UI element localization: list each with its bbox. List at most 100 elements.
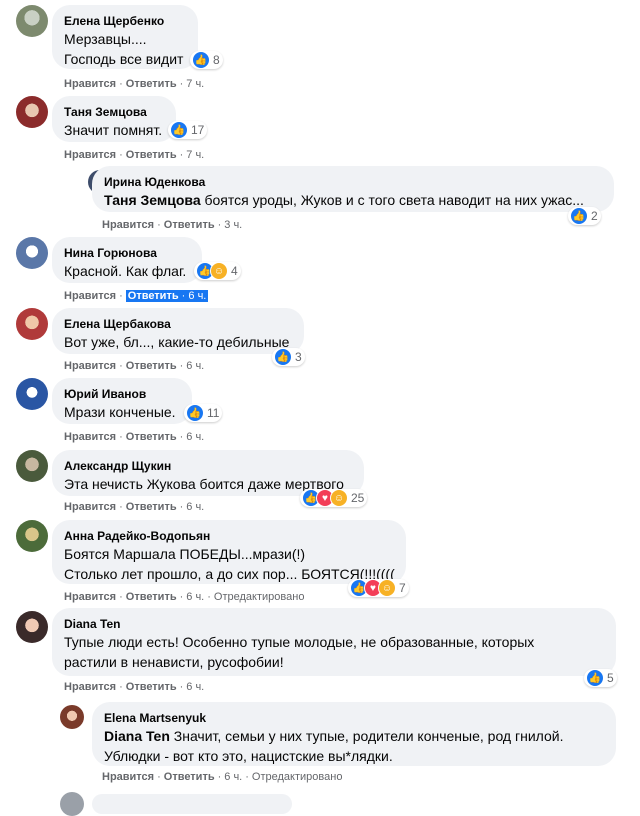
like-button[interactable]: Нравится [64, 78, 116, 90]
comment-actions: Нравится · Ответить · 6 ч. [64, 681, 205, 693]
avatar[interactable] [16, 308, 48, 340]
reaction-summary[interactable]: 👍 ☺ 4 [194, 262, 241, 280]
reply-button[interactable]: Ответить [126, 149, 177, 161]
mention-link[interactable]: Таня Земцова [104, 192, 201, 208]
reaction-summary[interactable]: 👍 3 [272, 348, 305, 366]
comment-text-body: Значит, семьи у них тупые, родители конч… [173, 728, 564, 744]
comment-bubble: Нина Горюнова Красной. Как флаг. [52, 237, 202, 283]
reaction-summary[interactable]: 👍 17 [168, 121, 208, 139]
reply-button[interactable]: Ответить [126, 78, 177, 90]
comment-actions: Нравится · Ответить · 6 ч. · Отредактировано [64, 591, 305, 603]
timestamp[interactable]: 6 ч. [186, 431, 204, 443]
reaction-summary[interactable]: 👍 ♥ ☺ 7 [348, 579, 409, 597]
care-reaction-icon: ☺ [378, 579, 396, 597]
timestamp[interactable]: 3 ч. [224, 219, 242, 231]
like-reaction-icon: 👍 [570, 207, 588, 225]
reply-button[interactable]: Ответить [126, 431, 177, 443]
like-button[interactable]: Нравится [64, 149, 116, 161]
like-button[interactable]: Нравится [102, 771, 154, 783]
reply-button[interactable]: Ответить [128, 290, 179, 302]
reaction-count: 11 [207, 406, 220, 420]
comment-text: Diana Ten Значит, семьи у них тупые, род… [104, 726, 604, 746]
reaction-summary[interactable]: 👍 11 [184, 404, 223, 422]
avatar[interactable] [16, 378, 48, 410]
comment-actions: Нравится · Ответить · 3 ч. [102, 219, 243, 231]
like-reaction-icon: 👍 [586, 669, 604, 687]
reaction-count: 17 [191, 123, 205, 137]
reply-button[interactable]: Ответить [164, 771, 215, 783]
like-button[interactable]: Нравится [64, 501, 116, 513]
comment-text: Таня Земцова боятся уроды, Жуков и с тог… [104, 190, 602, 210]
comment-text: Красной. Как флаг. [64, 263, 187, 279]
comment-author[interactable]: Diana Ten [64, 616, 604, 632]
comment-text: растили в ненависти, русофобии! [64, 654, 284, 670]
comment-text: Мрази конченые. [64, 404, 176, 420]
reaction-summary[interactable]: 👍 5 [584, 669, 617, 687]
comment-text: Тупые люди есть! Особенно тупые молодые,… [64, 634, 535, 650]
comment-author[interactable]: Ирина Юденкова [104, 174, 602, 190]
timestamp[interactable]: 7 ч. [186, 149, 204, 161]
comment-author[interactable]: Таня Земцова [64, 104, 164, 120]
comment-bubble: Ирина Юденкова Таня Земцова боятся уроды… [92, 166, 614, 212]
like-reaction-icon: 👍 [274, 348, 292, 366]
avatar[interactable] [16, 520, 48, 552]
timestamp[interactable]: 7 ч. [186, 78, 204, 90]
reply-button[interactable]: Ответить [126, 591, 177, 603]
comment-actions: Нравится · Ответить · 6 ч. [64, 360, 205, 372]
timestamp[interactable]: 6 ч. [186, 591, 204, 603]
like-button[interactable]: Нравится [64, 681, 116, 693]
avatar[interactable] [16, 96, 48, 128]
timestamp[interactable]: 6 ч. [188, 290, 206, 302]
reply-button[interactable]: Ответить [126, 501, 177, 513]
selected-text: Ответить · 6 ч. [125, 290, 209, 302]
reply-button[interactable]: Ответить [126, 681, 177, 693]
avatar[interactable] [16, 5, 48, 37]
timestamp[interactable]: 6 ч. [224, 771, 242, 783]
comment-author[interactable]: Елена Щербакова [64, 316, 292, 332]
comment-text: Вот уже, бл..., какие-то дебильные [64, 334, 290, 350]
like-button[interactable]: Нравится [64, 360, 116, 372]
comment-bubble [92, 794, 292, 814]
comment-actions: Нравится · Ответить · 7 ч. [64, 149, 205, 161]
reaction-count: 2 [591, 209, 598, 223]
reaction-count: 8 [213, 53, 220, 67]
comment-actions: Нравится · Ответить · 6 ч. [64, 501, 205, 513]
avatar[interactable] [16, 237, 48, 269]
comment-bubble: Елена Щербакова Вот уже, бл..., какие-то… [52, 308, 304, 354]
comment-text: Ублюдки - вот кто это, нацистские вы*ляд… [104, 748, 393, 764]
reaction-summary[interactable]: 👍 8 [190, 51, 223, 69]
like-button[interactable]: Нравится [64, 290, 116, 302]
reaction-summary[interactable]: 👍 ♥ ☺ 25 [300, 489, 368, 507]
comment-author[interactable]: Elena Martsenyuk [104, 710, 604, 726]
reaction-count: 5 [607, 671, 614, 685]
comment-author[interactable]: Александр Щукин [64, 458, 352, 474]
comment-actions: Нравится · Ответить · 6 ч. [64, 290, 209, 302]
comment-actions: Нравится · Ответить · 7 ч. [64, 78, 205, 90]
timestamp[interactable]: 6 ч. [186, 501, 204, 513]
like-button[interactable]: Нравится [64, 591, 116, 603]
comment-author[interactable]: Юрий Иванов [64, 386, 180, 402]
reply-button[interactable]: Ответить [164, 219, 215, 231]
avatar[interactable] [60, 792, 84, 816]
avatar[interactable] [60, 705, 84, 729]
timestamp[interactable]: 6 ч. [186, 360, 204, 372]
comment-author[interactable]: Елена Щербенко [64, 13, 186, 29]
avatar[interactable] [16, 611, 48, 643]
comment-author[interactable]: Анна Радейко-Водопьян [64, 528, 394, 544]
comment-bubble: Diana Ten Тупые люди есть! Особенно тупы… [52, 608, 616, 676]
like-button[interactable]: Нравится [64, 431, 116, 443]
edited-label: Отредактировано [251, 771, 343, 783]
avatar[interactable] [16, 450, 48, 482]
reaction-summary[interactable]: 👍 2 [568, 207, 601, 225]
mention-link[interactable]: Diana Ten [104, 728, 170, 744]
timestamp[interactable]: 6 ч. [186, 681, 204, 693]
reaction-count: 4 [231, 264, 238, 278]
reaction-count: 25 [351, 491, 365, 505]
comment-bubble: Елена Щербенко Мерзавцы.... Господь все … [52, 5, 198, 69]
comment-actions: Нравится · Ответить · 6 ч. · Отредактировано [102, 771, 343, 783]
comment-bubble: Юрий Иванов Мрази конченые. [52, 378, 192, 424]
comment-bubble: Анна Радейко-Водопьян Боятся Маршала ПОБ… [52, 520, 406, 584]
comment-author[interactable]: Нина Горюнова [64, 245, 190, 261]
like-button[interactable]: Нравится [102, 219, 154, 231]
reply-button[interactable]: Ответить [126, 360, 177, 372]
